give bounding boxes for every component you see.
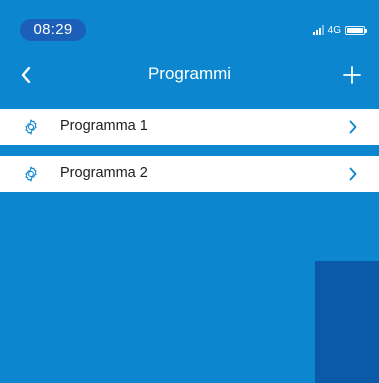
status-indicators: 4G <box>312 23 367 37</box>
chevron-right-icon <box>349 167 357 181</box>
list-item-label: Programma 1 <box>60 118 148 134</box>
plus-icon <box>343 66 361 84</box>
status-bar: 08:29 4G <box>0 0 379 50</box>
background-panel <box>315 261 379 383</box>
navigation-bar: Programmi <box>0 58 379 92</box>
gear-icon <box>25 166 37 182</box>
network-label: 4G <box>327 24 341 36</box>
list-item-programma-1[interactable]: Programma 1 <box>0 109 379 145</box>
list-item-label: Programma 2 <box>60 165 148 181</box>
list-item-programma-2[interactable]: Programma 2 <box>0 156 379 192</box>
gear-icon <box>25 119 37 135</box>
signal-icon <box>312 25 324 35</box>
programs-list: Programma 1 Programma 2 <box>0 109 379 192</box>
page-title: Programmi <box>147 64 232 83</box>
add-program-button[interactable] <box>333 58 363 92</box>
chevron-right-icon <box>349 120 357 134</box>
status-time: 08:29 <box>20 19 86 41</box>
battery-icon <box>345 25 367 35</box>
